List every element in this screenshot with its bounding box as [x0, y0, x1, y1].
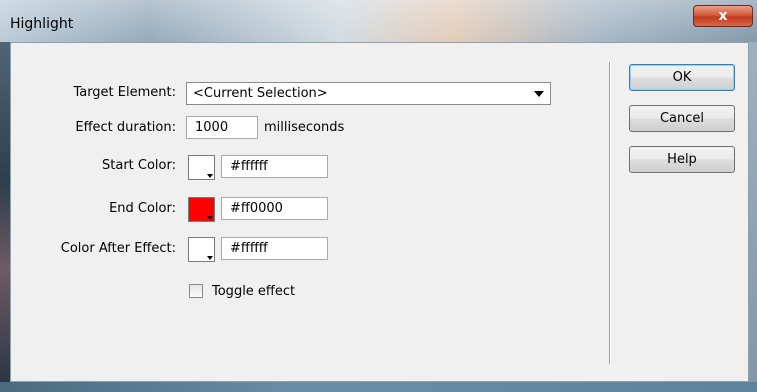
window-frame-left	[0, 42, 10, 392]
target-element-value: <Current Selection>	[193, 86, 328, 101]
effect-duration-label: Effect duration:	[75, 120, 176, 135]
caret-down-icon	[207, 256, 213, 260]
caret-down-icon	[207, 216, 213, 220]
ok-button[interactable]: OK	[629, 64, 735, 91]
end-color-label: End Color:	[109, 201, 176, 216]
close-button[interactable]: x	[693, 5, 753, 27]
target-element-select[interactable]: <Current Selection>	[186, 82, 551, 105]
start-color-label: Start Color:	[102, 158, 176, 173]
end-color-swatch[interactable]	[188, 197, 215, 222]
toggle-effect-checkbox[interactable]	[189, 284, 203, 298]
help-button[interactable]: Help	[629, 146, 735, 173]
toggle-effect-label: Toggle effect	[212, 284, 296, 299]
window-title: Highlight	[10, 16, 74, 32]
cancel-button[interactable]: Cancel	[629, 105, 735, 132]
after-color-swatch[interactable]	[188, 237, 215, 262]
vertical-divider	[609, 62, 611, 364]
end-color-input[interactable]: #ff0000	[221, 197, 328, 220]
highlight-dialog: Highlight x Target Element: <Current Sel…	[0, 0, 757, 392]
close-icon: x	[718, 8, 728, 24]
effect-duration-input[interactable]: 1000	[186, 116, 258, 139]
start-color-swatch[interactable]	[188, 155, 215, 180]
window-frame-bottom	[0, 382, 757, 392]
effect-duration-unit: milliseconds	[264, 120, 345, 135]
after-color-label: Color After Effect:	[60, 241, 176, 256]
caret-down-icon	[207, 174, 213, 178]
window-frame-right	[749, 42, 757, 392]
start-color-input[interactable]: #ffffff	[221, 155, 328, 178]
target-element-label: Target Element:	[73, 85, 176, 100]
after-color-input[interactable]: #ffffff	[221, 237, 328, 260]
chevron-down-icon	[534, 91, 544, 97]
